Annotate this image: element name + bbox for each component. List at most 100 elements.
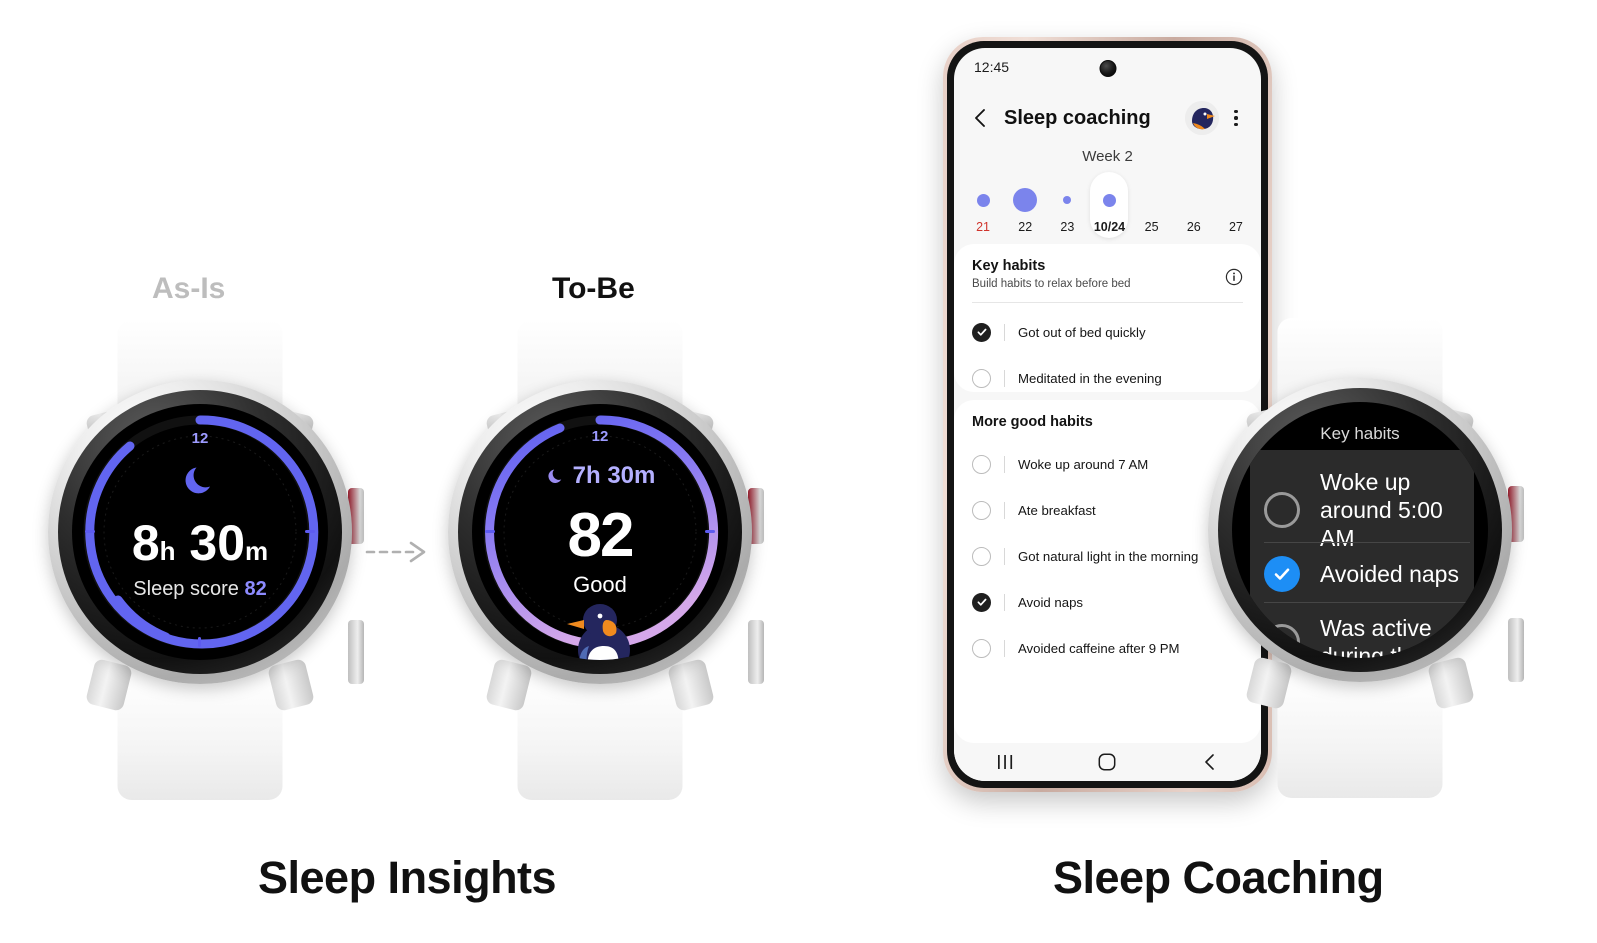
- row-separator: [1004, 501, 1005, 519]
- date-cell[interactable]: 21: [962, 172, 1004, 238]
- sleep-score-value: 82: [567, 501, 635, 570]
- watch-bezel: Key habits Woke up around 5:00 AM Avoide…: [1218, 388, 1502, 672]
- home-button[interactable]: [1084, 743, 1130, 781]
- moon-icon: [185, 467, 210, 494]
- habit-checkbox[interactable]: [972, 500, 991, 520]
- tick-bottom: [198, 637, 201, 647]
- date-cell[interactable]: 23: [1046, 172, 1088, 238]
- check-icon: [977, 328, 986, 336]
- row-separator: [1004, 455, 1005, 473]
- duration-minutes-unit: m: [245, 536, 269, 566]
- watch-habit-row[interactable]: Avoided naps: [1264, 556, 1470, 592]
- duration-minutes: 30: [189, 515, 246, 571]
- avatar[interactable]: [1185, 101, 1219, 135]
- row-separator: [1004, 639, 1005, 657]
- date-label: 22: [1018, 220, 1033, 234]
- check-icon: [977, 598, 986, 606]
- watch-as-is: 12 8h 30m Sleep score 82: [40, 320, 364, 800]
- watch-button-bottom[interactable]: [748, 620, 764, 684]
- sleep-amount-dot-wrap: [1102, 182, 1116, 218]
- watch-button-bottom[interactable]: [1508, 618, 1524, 682]
- habit-checkbox-checked[interactable]: [972, 592, 991, 612]
- hour-marker-12: 12: [591, 428, 609, 445]
- watch-screen-to-be[interactable]: 12 7h 30m 82 Good: [472, 404, 728, 660]
- key-habits-subtitle: Build habits to relax before bed: [972, 278, 1131, 290]
- watch-bezel: 12 7h 30m 82 Good: [458, 390, 742, 674]
- watch-habit-row[interactable]: Was active during the: [1264, 614, 1470, 658]
- check-icon: [1274, 568, 1290, 580]
- kebab-menu-icon[interactable]: [1227, 107, 1245, 129]
- watch-habit-label: Was active during the: [1320, 615, 1432, 658]
- sleep-amount-dot: [1013, 188, 1038, 212]
- hour-marker-12: 12: [191, 430, 209, 447]
- as-is-label: As-Is: [152, 272, 226, 305]
- date-label: 27: [1228, 220, 1243, 234]
- duration-hours-unit: h: [159, 536, 176, 566]
- divider: [1264, 602, 1470, 603]
- row-separator: [1004, 369, 1005, 387]
- date-cell[interactable]: 27: [1215, 172, 1257, 238]
- front-camera-icon: [1099, 60, 1116, 77]
- sleep-amount-dot-wrap: [976, 182, 990, 218]
- watch-band-bottom: [1277, 673, 1443, 798]
- date-label: 25: [1144, 220, 1159, 234]
- watch-bezel: 12 8h 30m Sleep score 82: [58, 390, 342, 674]
- duration-hours: 8: [131, 515, 160, 571]
- transition-arrow-icon: [365, 541, 426, 563]
- watch-habit-checkbox[interactable]: [1264, 492, 1300, 529]
- habit-label: Got natural light in the morning: [1018, 548, 1199, 564]
- row-separator: [1004, 593, 1005, 611]
- sleep-duration-row: 7h 30m: [472, 462, 728, 490]
- date-label: 21: [976, 220, 991, 234]
- watch-habit-checkbox[interactable]: [1264, 624, 1300, 658]
- recents-button[interactable]: [982, 743, 1028, 781]
- caption-sleep-coaching: Sleep Coaching: [1053, 852, 1384, 903]
- sleep-amount-dot-wrap: [1013, 182, 1038, 218]
- penguin-illustration: [567, 604, 630, 660]
- habit-label: Avoided caffeine after 9 PM: [1018, 640, 1180, 656]
- sleep-amount-dot-wrap: [1063, 182, 1072, 218]
- habit-label: Meditated in the evening: [1018, 370, 1162, 386]
- habit-checkbox-checked[interactable]: [972, 322, 991, 342]
- habit-checkbox[interactable]: [972, 546, 991, 566]
- habit-label: Got out of bed quickly: [1018, 324, 1146, 340]
- watch-habit-checkbox-checked[interactable]: [1264, 556, 1300, 592]
- date-label: 26: [1186, 220, 1201, 234]
- watch-screen-as-is[interactable]: 12 8h 30m Sleep score 82: [72, 404, 328, 660]
- moon-icon: [548, 469, 561, 483]
- divider: [972, 302, 1243, 303]
- sleep-score-value: 82: [244, 578, 267, 600]
- kebab-dot: [1234, 122, 1238, 127]
- watch-key-habits-title: Key habits: [1320, 424, 1400, 443]
- sleep-duration-text: 7h 30m: [572, 462, 656, 489]
- home-icon: [1099, 753, 1116, 771]
- watch-band-bottom: [517, 675, 683, 800]
- row-separator: [1004, 323, 1005, 341]
- date-cell[interactable]: 25: [1131, 172, 1173, 238]
- back-chevron-icon[interactable]: [970, 107, 992, 129]
- habit-checkbox[interactable]: [972, 368, 991, 388]
- watch-case: 12 8h 30m Sleep score 82: [48, 380, 352, 684]
- divider: [1264, 542, 1470, 543]
- date-selector[interactable]: 21 22 23 10/24 25 26 27: [962, 172, 1257, 238]
- watch-screen-key-habits[interactable]: Key habits Woke up around 5:00 AM Avoide…: [1232, 402, 1488, 658]
- watch-band-bottom: [117, 675, 283, 800]
- habit-checkbox[interactable]: [972, 638, 991, 658]
- sleep-amount-dot: [1063, 196, 1072, 204]
- info-icon[interactable]: [1225, 268, 1243, 286]
- date-cell[interactable]: 10/24: [1088, 172, 1130, 238]
- habit-checkbox[interactable]: [972, 454, 991, 474]
- watch-habits-card: Woke up around 5:00 AM Avoided naps Was …: [1250, 450, 1474, 658]
- watch-habit-row[interactable]: Woke up around 5:00 AM: [1264, 468, 1470, 552]
- watch-button-bottom[interactable]: [348, 620, 364, 684]
- week-label: Week 2: [1082, 148, 1133, 165]
- key-habits-title: Key habits: [972, 258, 1046, 274]
- recents-icon: [998, 755, 1013, 769]
- to-be-label: To-Be: [552, 272, 635, 305]
- watch-case: 12 7h 30m 82 Good: [448, 380, 752, 684]
- date-cell[interactable]: 26: [1173, 172, 1215, 238]
- key-habits-header: Key habits Build habits to relax before …: [972, 258, 1131, 290]
- watch-key-habits: Key habits Woke up around 5:00 AM Avoide…: [1200, 318, 1524, 798]
- habit-label: Avoid naps: [1018, 594, 1084, 610]
- date-cell[interactable]: 22: [1004, 172, 1046, 238]
